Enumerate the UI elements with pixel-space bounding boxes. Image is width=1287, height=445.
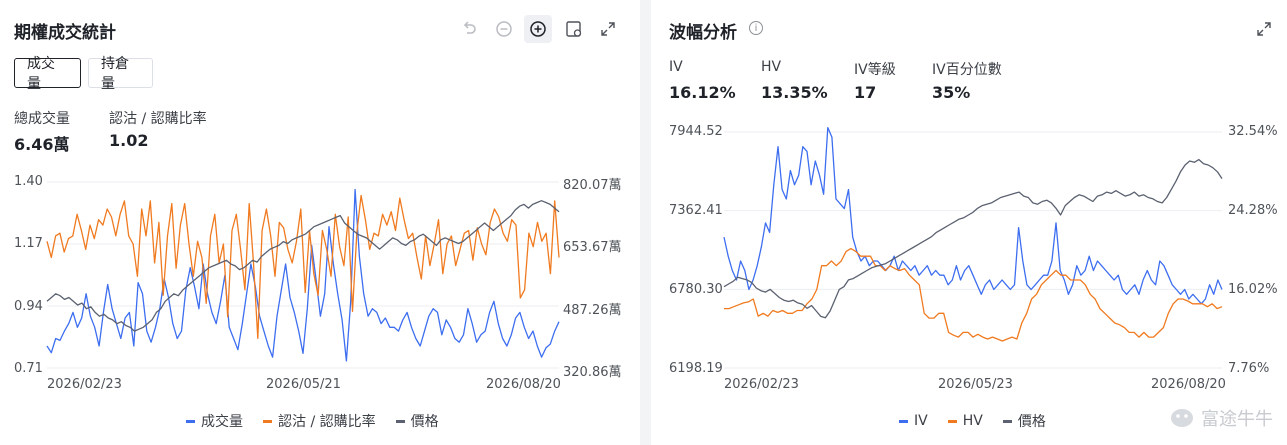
legend-swatch xyxy=(395,419,405,423)
legend-swatch xyxy=(263,419,272,423)
panel-title: 期權成交統計 xyxy=(14,23,116,43)
legend-item-iv[interactable]: IV xyxy=(899,413,928,429)
stat-label-hv: HV xyxy=(761,59,782,75)
y-right-tick: 7.76% xyxy=(1228,361,1270,376)
options-volume-panel: 期權成交統計 成交量 持倉量 總成交量 6.46萬 認沽 / 認購比率 1.02… xyxy=(0,0,640,445)
legend-swatch xyxy=(1002,419,1012,423)
legend-swatch xyxy=(186,419,195,423)
legend-label: HV xyxy=(962,413,983,429)
legend-label: 價格 xyxy=(1017,414,1046,430)
legend-label: 成交量 xyxy=(201,414,243,430)
expand-icon[interactable] xyxy=(1250,15,1278,43)
x-tick: 2026/02/23 xyxy=(724,377,799,392)
y-left-tick: 1.40 xyxy=(14,174,43,189)
series-line-2 xyxy=(46,200,560,332)
y-left-tick: 0.94 xyxy=(14,299,43,314)
series-line-0 xyxy=(46,188,560,362)
x-tick: 2026/02/23 xyxy=(47,377,122,392)
stat-value-iv: 16.12% xyxy=(669,83,736,102)
settings-icon[interactable] xyxy=(560,15,588,43)
stat-value-iv-percentile: 35% xyxy=(932,83,971,102)
stat-label-total-volume: 總成交量 xyxy=(14,111,70,127)
legend-item-ratio[interactable]: 認沽 / 認購比率 xyxy=(263,411,376,431)
y-left-tick: 1.17 xyxy=(14,236,43,251)
stat-value-total-volume: 6.46萬 xyxy=(14,135,70,154)
y-left-tick: 6198.19 xyxy=(669,361,723,376)
stat-label-iv-rank: IV等級 xyxy=(854,62,896,78)
stat-value-put-call-ratio: 1.02 xyxy=(109,131,149,150)
futu-logo-icon xyxy=(1171,409,1193,427)
x-tick: 2026/05/21 xyxy=(266,377,341,392)
y-right-tick: 487.26萬 xyxy=(563,303,622,318)
legend-label: 價格 xyxy=(410,414,439,430)
watermark-text: 富途牛牛 xyxy=(1201,409,1273,430)
legend-swatch xyxy=(899,419,908,423)
series-line-1 xyxy=(46,194,560,339)
series-line-0 xyxy=(723,126,1223,305)
info-icon[interactable]: i xyxy=(749,21,763,35)
tab-volume[interactable]: 成交量 xyxy=(14,56,81,92)
x-tick: 2026/05/23 xyxy=(938,377,1013,392)
y-left-tick: 0.71 xyxy=(14,361,43,376)
tab-open-interest[interactable]: 持倉量 xyxy=(88,56,153,92)
legend-item-volume[interactable]: 成交量 xyxy=(186,411,243,431)
series-line-2 xyxy=(723,158,1223,319)
volatility-chart xyxy=(723,126,1223,369)
y-right-tick: 653.67萬 xyxy=(563,240,622,255)
stat-label-put-call-ratio: 認沽 / 認購比率 xyxy=(109,111,207,127)
chart-legend: 成交量 認沽 / 認購比率 價格 xyxy=(186,411,459,431)
y-right-tick: 32.54% xyxy=(1228,124,1278,139)
legend-item-hv[interactable]: HV xyxy=(947,413,983,429)
x-tick: 2026/08/20 xyxy=(486,377,561,392)
legend-item-price[interactable]: 價格 xyxy=(395,411,439,431)
y-left-tick: 7944.52 xyxy=(669,124,723,139)
series-line-1 xyxy=(724,247,1223,342)
stat-value-hv: 13.35% xyxy=(761,83,828,102)
y-left-tick: 7362.41 xyxy=(669,203,723,218)
stat-label-iv-percentile: IV百分位數 xyxy=(932,62,1002,78)
volatility-panel: 波幅分析 i IV 16.12% HV 13.35% IV等級 17 IV百分位… xyxy=(651,0,1287,445)
y-right-tick: 16.02% xyxy=(1228,282,1278,297)
zoom-in-icon[interactable] xyxy=(524,15,552,43)
stat-label-iv: IV xyxy=(669,59,683,75)
expand-icon[interactable] xyxy=(594,15,622,43)
undo-icon[interactable] xyxy=(455,15,483,43)
y-right-tick: 24.28% xyxy=(1228,203,1278,218)
zoom-out-icon[interactable] xyxy=(490,15,518,43)
y-right-tick: 320.86萬 xyxy=(563,365,622,380)
y-right-tick: 820.07萬 xyxy=(563,178,622,193)
watermark: 富途牛牛 xyxy=(1169,405,1273,431)
legend-item-price[interactable]: 價格 xyxy=(1002,411,1046,431)
legend-label: 認沽 / 認購比率 xyxy=(278,414,376,430)
x-tick: 2026/08/20 xyxy=(1151,377,1226,392)
y-left-tick: 6780.30 xyxy=(669,282,723,297)
legend-label: IV xyxy=(914,413,928,429)
stat-value-iv-rank: 17 xyxy=(854,83,877,102)
panel-title: 波幅分析 xyxy=(669,23,737,43)
options-volume-chart xyxy=(46,181,560,369)
chart-legend: IV HV 價格 xyxy=(899,411,1066,431)
legend-swatch xyxy=(947,419,957,423)
panel-divider xyxy=(640,0,651,445)
